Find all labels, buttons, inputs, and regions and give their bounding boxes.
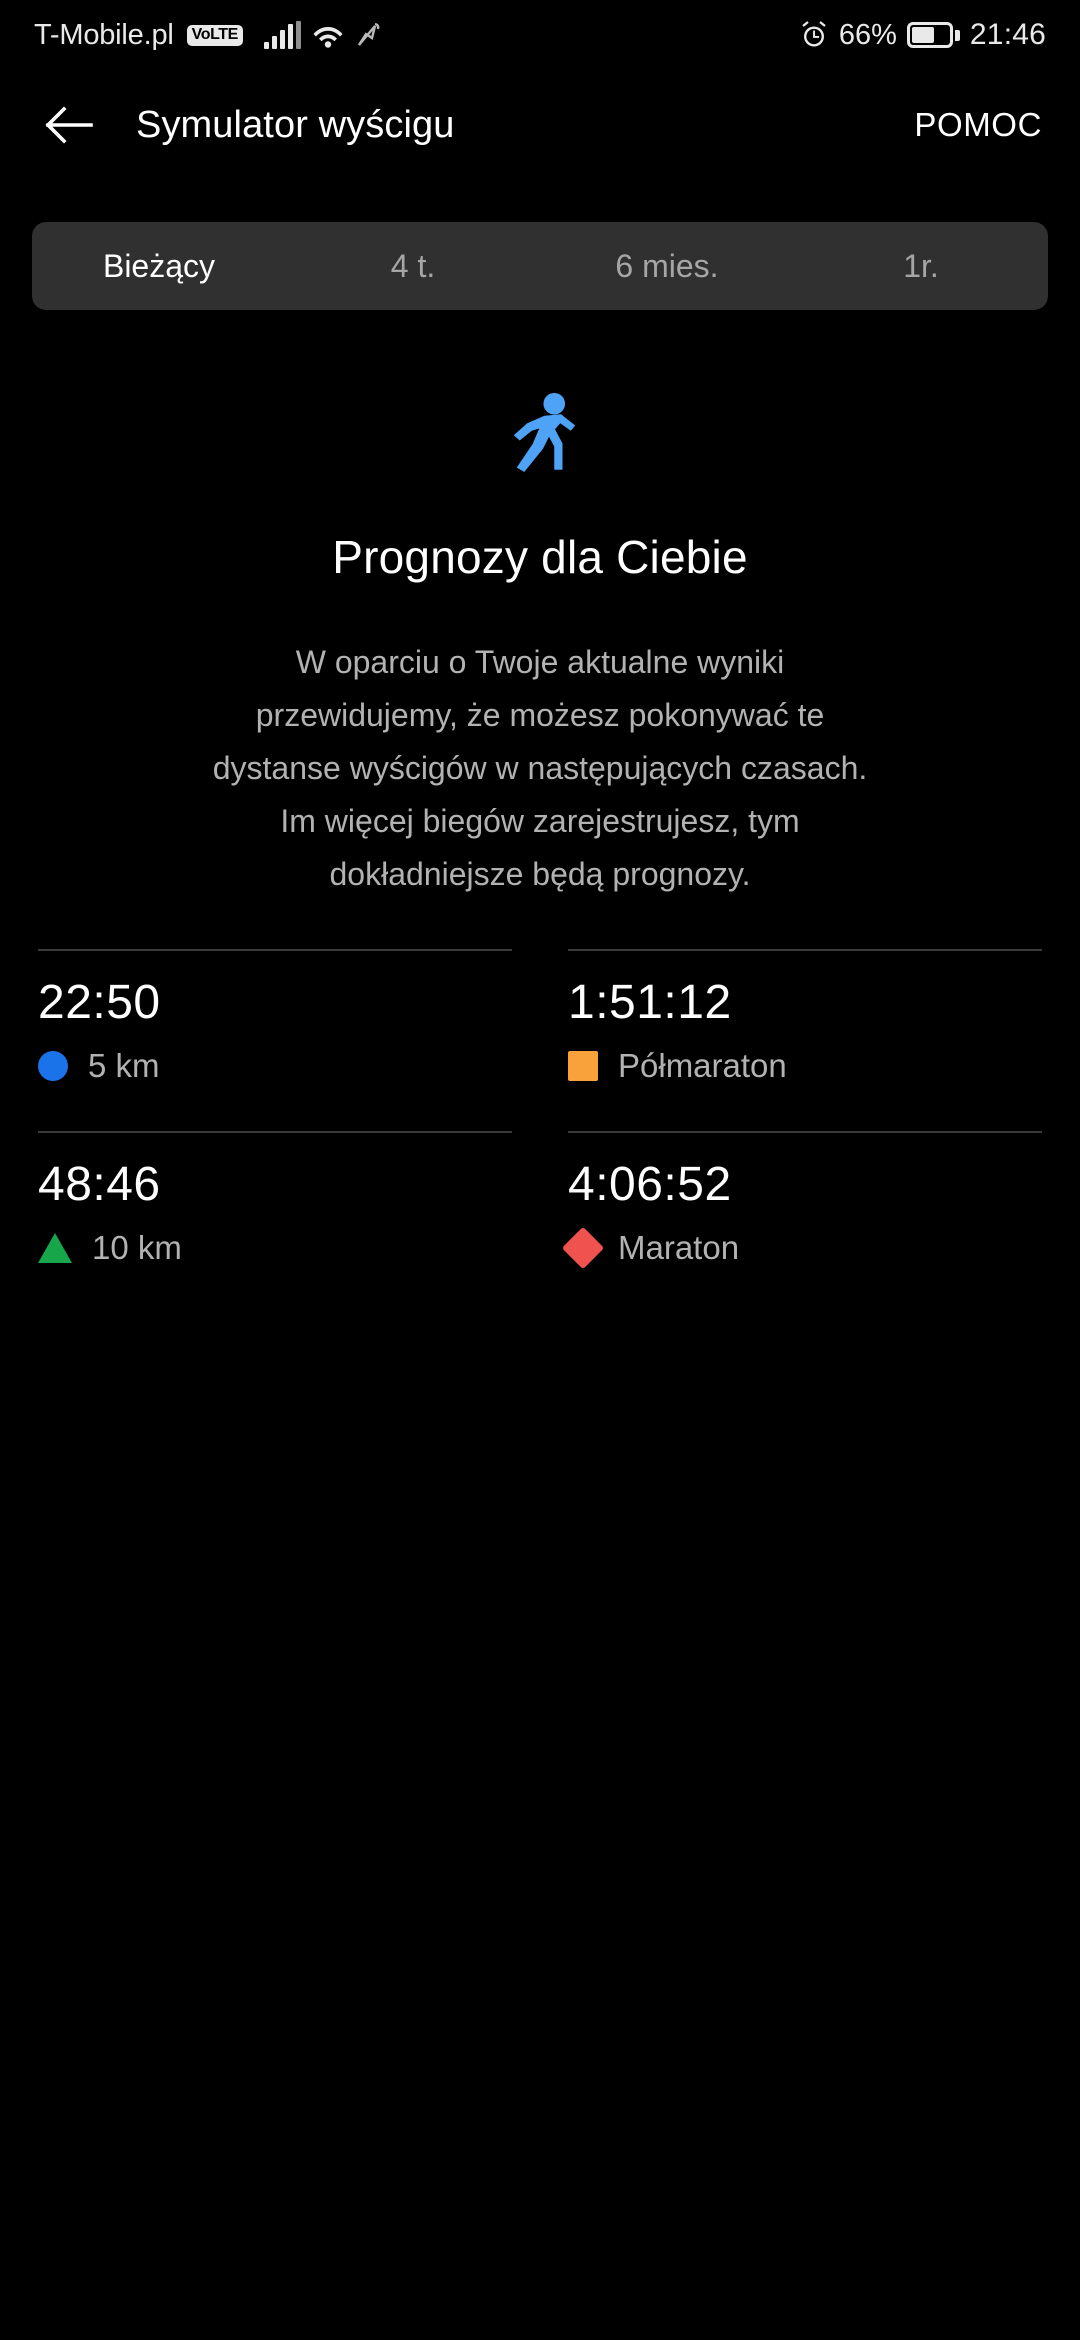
battery-percent-label: 66% [838, 18, 897, 51]
running-person-icon [513, 392, 576, 472]
hero-description: W oparciu o Twoje aktualne wyniki przewi… [212, 644, 868, 892]
period-tabs: Bieżący 4 t. 6 mies. 1r. [32, 222, 1048, 310]
prediction-legend: 10 km [38, 1229, 512, 1267]
marker-triangle-icon [38, 1233, 72, 1263]
marker-circle-icon [38, 1051, 68, 1081]
prediction-label: 5 km [88, 1047, 160, 1084]
prediction-legend: Półmaraton [568, 1047, 1042, 1085]
marker-square-icon [568, 1051, 598, 1081]
tab-6-months[interactable]: 6 mies. [540, 222, 794, 310]
status-bar-left: T-Mobile.pl VoLTE [34, 19, 381, 52]
prediction-card-marathon[interactable]: 4:06:52 Maraton [561, 1131, 1042, 1270]
location-sharing-icon [357, 22, 380, 46]
arrow-left-icon [45, 106, 93, 144]
battery-icon [906, 22, 960, 48]
prediction-time: 1:51:12 [568, 976, 732, 1029]
prediction-card-half-marathon[interactable]: 1:51:12 Półmaraton [568, 949, 1042, 1085]
prediction-legend: Maraton [561, 1226, 1042, 1270]
tab-4-weeks[interactable]: 4 t. [286, 222, 540, 310]
prediction-time: 22:50 [38, 976, 161, 1029]
tab-biezacy[interactable]: Bieżący [32, 222, 286, 310]
cellular-signal-icon [263, 21, 301, 49]
prediction-card-5km[interactable]: 22:50 5 km [38, 949, 512, 1085]
period-tabs-container: Bieżący 4 t. 6 mies. 1r. [0, 180, 1080, 310]
wifi-icon [313, 27, 343, 48]
status-bar-clock: 21:46 [969, 18, 1046, 51]
app-bar: Symulator wyścigu POMOC [0, 70, 1080, 180]
prediction-label: Maraton [618, 1229, 740, 1266]
runner-icon-wrap [0, 382, 1080, 478]
help-button[interactable]: POMOC [906, 96, 1050, 154]
tab-1-year[interactable]: 1r. [794, 222, 1048, 310]
prediction-label: Półmaraton [618, 1047, 787, 1084]
hero-title: Prognozy dla Ciebie [332, 531, 748, 583]
marker-diamond-icon [561, 1226, 605, 1270]
prediction-time: 48:46 [38, 1158, 161, 1211]
prediction-label: 10 km [92, 1229, 182, 1266]
page-title: Symulator wyścigu [136, 103, 455, 146]
predictions-hero: Prognozy dla Ciebie W oparciu o Twoje ak… [0, 310, 1080, 901]
status-bar-right: 66% 21:46 [799, 18, 1046, 52]
status-bar: T-Mobile.pl VoLTE 66% 21:46 [0, 0, 1080, 70]
prediction-card-10km[interactable]: 48:46 10 km [38, 1131, 512, 1267]
alarm-clock-icon [802, 21, 826, 47]
back-button[interactable] [38, 94, 100, 156]
status-bar-icons [263, 21, 381, 49]
volte-badge: VoLTE [186, 24, 243, 46]
predictions-grid: 22:50 5 km 1:51:12 Półmaraton 48:46 10 k… [38, 949, 1042, 1270]
carrier-label: T-Mobile.pl [34, 18, 174, 51]
prediction-time: 4:06:52 [568, 1158, 732, 1211]
prediction-legend: 5 km [38, 1047, 512, 1085]
